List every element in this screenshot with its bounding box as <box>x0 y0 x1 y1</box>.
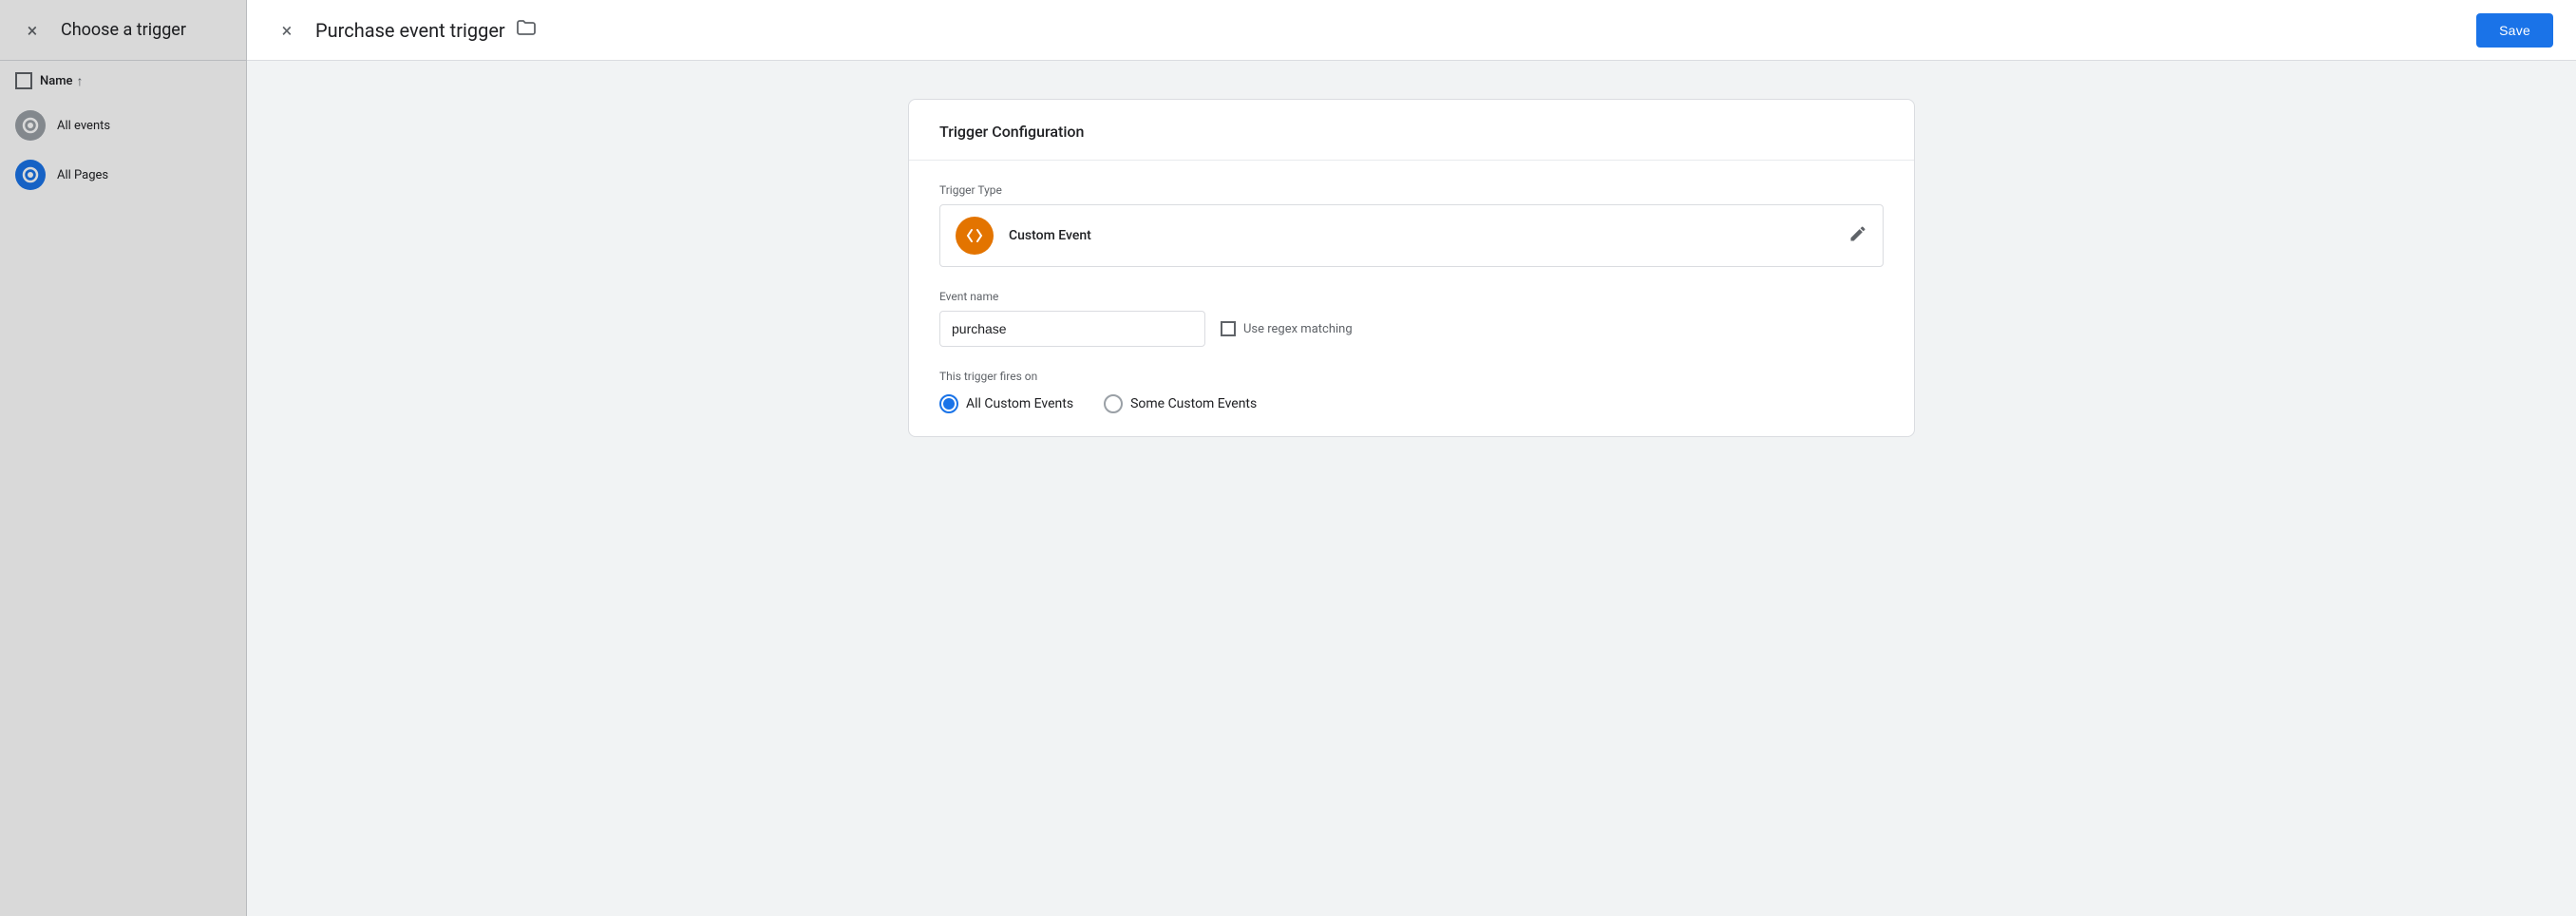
trigger-type-selector[interactable]: Custom Event <box>939 204 1884 267</box>
name-sort-label: Name <box>40 74 73 88</box>
radio-group: All Custom Events Some Custom Events <box>939 394 1884 413</box>
radio-option-some-custom[interactable]: Some Custom Events <box>1104 394 1257 413</box>
radio-all-custom-label: All Custom Events <box>966 396 1073 411</box>
trigger-type-label: Trigger Type <box>939 183 1884 197</box>
config-card-title: Trigger Configuration <box>939 123 1084 141</box>
config-card: Trigger Configuration Trigger Type Custo… <box>908 99 1915 437</box>
all-events-icon <box>15 110 46 141</box>
left-panel-close-button[interactable]: × <box>15 13 49 48</box>
event-name-row: Use regex matching <box>939 311 1884 347</box>
regex-checkbox[interactable] <box>1221 321 1236 336</box>
radio-some-custom-label: Some Custom Events <box>1130 396 1257 411</box>
trigger-type-name: Custom Event <box>1009 228 1848 243</box>
event-name-input[interactable] <box>939 311 1205 347</box>
regex-checkbox-row: Use regex matching <box>1221 321 1353 336</box>
main-content: Trigger Configuration Trigger Type Custo… <box>247 61 2576 916</box>
trigger-type-section: Trigger Type Custom Event <box>939 183 1884 267</box>
event-name-section: Event name Use regex matching <box>939 290 1884 347</box>
left-panel-header: × Choose a trigger <box>0 0 246 61</box>
config-card-body: Trigger Type Custom Event <box>909 161 1914 436</box>
radio-some-custom-icon <box>1104 394 1123 413</box>
list-header: Name ↑ <box>0 61 246 101</box>
radio-option-all-custom[interactable]: All Custom Events <box>939 394 1073 413</box>
name-sort[interactable]: Name ↑ <box>40 73 84 89</box>
all-pages-label: All Pages <box>57 168 108 182</box>
sidebar-item-all-events[interactable]: All events <box>0 101 246 150</box>
left-panel-title: Choose a trigger <box>61 20 186 40</box>
fires-on-label: This trigger fires on <box>939 370 1884 383</box>
all-events-label: All events <box>57 119 110 133</box>
regex-label: Use regex matching <box>1243 322 1353 336</box>
custom-event-icon <box>956 217 994 255</box>
sort-arrow-icon: ↑ <box>77 73 84 89</box>
event-name-label: Event name <box>939 290 1884 303</box>
folder-icon[interactable] <box>515 16 538 44</box>
edit-icon[interactable] <box>1848 224 1867 248</box>
fires-on-section: This trigger fires on All Custom Events … <box>939 370 1884 413</box>
right-panel-close-button[interactable]: × <box>270 13 304 48</box>
sidebar-item-all-pages[interactable]: All Pages <box>0 150 246 200</box>
radio-all-custom-icon <box>939 394 958 413</box>
trigger-name-text: Purchase event trigger <box>315 19 505 42</box>
header-checkbox[interactable] <box>15 72 32 89</box>
right-panel-title: Purchase event trigger <box>315 16 2465 44</box>
all-pages-icon <box>15 160 46 190</box>
save-button[interactable]: Save <box>2476 13 2553 48</box>
config-card-header: Trigger Configuration <box>909 100 1914 161</box>
left-panel: × Choose a trigger Name ↑ All events All… <box>0 0 247 916</box>
right-panel: × Purchase event trigger Save Trigger Co… <box>247 0 2576 916</box>
right-panel-header: × Purchase event trigger Save <box>247 0 2576 61</box>
